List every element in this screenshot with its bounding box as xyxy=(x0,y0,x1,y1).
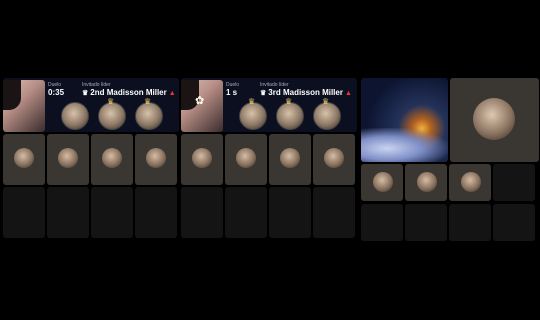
live-panel-2: ✿ Duelo 1 s Invitado líder ♛ 3rd Madisson… xyxy=(181,78,357,242)
guest-slot[interactable] xyxy=(405,164,447,201)
cohost-avatar[interactable]: ♛ xyxy=(98,97,126,130)
guest-slot[interactable] xyxy=(3,134,45,185)
guest-grid xyxy=(361,164,537,242)
guest-slot[interactable] xyxy=(47,134,89,185)
empty-slot[interactable] xyxy=(181,187,223,238)
crown-icon: ♛ xyxy=(107,97,115,106)
duel-timer: 1 s xyxy=(226,88,238,97)
flower-icon: ✿ xyxy=(195,95,205,107)
guest-avatar xyxy=(192,148,212,168)
guest-grid xyxy=(181,134,357,242)
crown-icon: ♛ xyxy=(322,97,330,106)
empty-slot[interactable] xyxy=(405,204,447,241)
crown-icon: ♛ xyxy=(285,97,293,106)
guest-slot[interactable] xyxy=(225,134,267,185)
duel-header: ✿ Duelo 1 s Invitado líder ♛ 3rd Madisson… xyxy=(181,78,357,132)
guest-slot[interactable] xyxy=(313,134,355,185)
rank-title: ♛ 2nd Madisson Miller ▲ xyxy=(82,88,176,97)
guest-avatar xyxy=(461,172,481,192)
empty-slot[interactable] xyxy=(361,204,403,241)
guest-avatar xyxy=(280,148,300,168)
host-video-thumbnail[interactable]: ✿ xyxy=(181,80,223,132)
guest-avatar xyxy=(236,148,256,168)
live-panel-1: Duelo 0:35 Invitado líder ♛ 2nd Madisson … xyxy=(3,78,179,242)
empty-slot[interactable] xyxy=(135,187,177,238)
crown-icon: ♛ xyxy=(144,97,152,106)
red-hat-icon: ▲ xyxy=(168,90,176,97)
guest-avatar xyxy=(146,148,166,168)
empty-slot[interactable] xyxy=(91,187,133,238)
empty-slot[interactable] xyxy=(269,187,311,238)
guest-slot[interactable] xyxy=(181,134,223,185)
empty-slot[interactable] xyxy=(313,187,355,238)
guest-avatar xyxy=(373,172,393,192)
host-video-moon-scene[interactable] xyxy=(361,78,448,162)
guest-slot[interactable] xyxy=(449,164,491,201)
cohost-avatar[interactable]: ♛ xyxy=(276,97,304,130)
guest-avatar xyxy=(417,172,437,192)
guest-slot[interactable] xyxy=(269,134,311,185)
cohost-avatar xyxy=(473,98,515,140)
guest-grid xyxy=(3,134,179,242)
red-hat-icon: ▲ xyxy=(344,90,352,97)
empty-slot[interactable] xyxy=(3,187,45,238)
rank-text: 2nd Madisson Miller xyxy=(90,88,167,97)
empty-slot[interactable] xyxy=(449,204,491,241)
rank-title: ♛ 3rd Madisson Miller ▲ xyxy=(260,88,352,97)
cohost-avatar[interactable]: ♛ xyxy=(313,97,341,130)
host-video-thumbnail[interactable] xyxy=(3,80,45,132)
duel-timer: 0:35 xyxy=(48,88,65,97)
guest-avatar xyxy=(102,148,122,168)
cohost-avatars: ♛ ♛ ♛ xyxy=(239,97,357,130)
guest-slot[interactable] xyxy=(91,134,133,185)
live-panel-3 xyxy=(361,78,539,242)
crown-icon: ♛ xyxy=(248,97,256,106)
empty-slot[interactable] xyxy=(225,187,267,238)
guest-slot[interactable] xyxy=(361,164,403,201)
empty-slot[interactable] xyxy=(47,187,89,238)
rank-text: 3rd Madisson Miller xyxy=(268,88,343,97)
guest-avatar xyxy=(324,148,344,168)
guest-avatar xyxy=(58,148,78,168)
empty-slot[interactable] xyxy=(493,204,535,241)
guest-slot[interactable] xyxy=(135,134,177,185)
cohost-avatars: ♛ ♛ xyxy=(61,97,179,130)
cohost-avatar[interactable]: ♛ xyxy=(135,97,163,130)
guest-avatar xyxy=(14,148,34,168)
crown-icon: ♛ xyxy=(82,90,89,97)
crown-icon: ♛ xyxy=(260,90,267,97)
cohost-main-slot[interactable] xyxy=(450,78,539,162)
cohost-avatar[interactable] xyxy=(61,102,89,130)
duel-header: Duelo 0:35 Invitado líder ♛ 2nd Madisson … xyxy=(3,78,179,132)
empty-slot[interactable] xyxy=(493,164,535,201)
cohost-avatar[interactable]: ♛ xyxy=(239,97,267,130)
